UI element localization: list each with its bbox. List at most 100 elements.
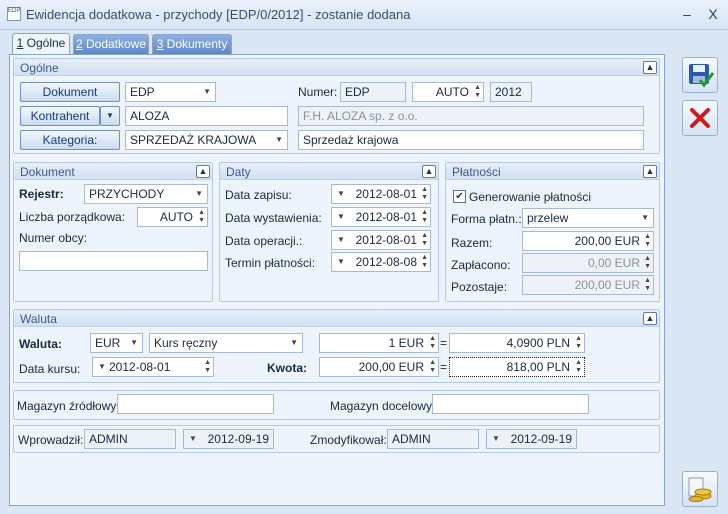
numer-auto-stepper[interactable]: AUTO ▲ ▼ (412, 82, 484, 102)
lp-stepper[interactable]: AUTO ▲ ▼ (137, 207, 208, 227)
minimize-button[interactable]: – (676, 5, 698, 23)
generowanie-checkbox[interactable]: ✔ (453, 190, 466, 203)
waluta-select[interactable]: EUR ▼ (90, 333, 143, 353)
group-header: Ogólne (14, 59, 659, 76)
kwota-left-stepper[interactable]: 200,00 EUR ▲ ▼ (319, 357, 439, 377)
dokument-select[interactable]: EDP ▼ (125, 82, 216, 102)
termin-platnosci-field[interactable]: ▼ 2012-08-08 ▲ ▼ (331, 252, 431, 272)
data-operacji-label: Data operacji.: (225, 234, 303, 248)
calendar-icon[interactable]: ▼ (337, 231, 345, 249)
spin-icon[interactable]: ▲ ▼ (204, 359, 211, 375)
kontrahent-name-field: F.H. ALOZA sp. z o.o. (298, 106, 644, 126)
spin-icon[interactable]: ▲ ▼ (421, 209, 428, 225)
close-icon (690, 108, 710, 128)
kwota-right-stepper[interactable]: 818,00 PLN ▲ ▼ (449, 357, 585, 377)
data-operacji-field[interactable]: ▼ 2012-08-01 ▲ ▼ (331, 230, 431, 250)
collapse-icon[interactable]: ▲ (643, 165, 657, 178)
close-button[interactable]: X (702, 5, 724, 23)
kwota-label: Kwota: (267, 361, 307, 375)
wprowadzil-label: Wprowadził: (18, 433, 84, 447)
magazyn-docelowy-input[interactable] (432, 394, 589, 414)
magazyn-zrodlowy-label: Magazyn źródłowy: (17, 399, 120, 413)
group-header: Daty (220, 163, 438, 180)
collapse-icon[interactable]: ▲ (643, 61, 657, 74)
numer-prefix-field: EDP (340, 82, 406, 102)
zmodyfikowal-user-field: ADMIN (387, 429, 479, 449)
tab-ogolne[interactable]: 1 Ogólne (12, 33, 70, 55)
generowanie-label: Generowanie płatności (469, 190, 592, 204)
calendar-icon[interactable]: ▼ (337, 253, 345, 271)
chevron-down-icon: ▼ (290, 338, 298, 347)
chevron-down-icon: ▼ (203, 87, 211, 96)
spin-icon[interactable]: ▲ ▼ (575, 335, 582, 351)
kontrahent-button[interactable]: Kontrahent (20, 106, 100, 126)
data-zapisu-label: Data zapisu: (225, 188, 292, 202)
rate-right-stepper[interactable]: 4,0900 PLN ▲ ▼ (449, 333, 585, 353)
kategoria-select[interactable]: SPRZEDAŻ KRAJOWA ▼ (125, 130, 288, 150)
magazyn-zrodlowy-input[interactable] (117, 394, 274, 414)
termin-platnosci-label: Termin płatności: (225, 256, 316, 270)
zaplacono-label: Zapłacono: (451, 258, 511, 272)
numer-obcy-label: Numer obcy: (19, 231, 88, 245)
tab-dokumenty[interactable]: 3 Dokumenty (152, 34, 232, 54)
zmodyfikowal-label: Zmodyfikował: (310, 433, 387, 447)
collapse-icon[interactable]: ▲ (196, 165, 210, 178)
chevron-down-icon: ▼ (195, 189, 203, 198)
cancel-button[interactable] (682, 100, 718, 136)
spin-icon[interactable]: ▲ ▼ (198, 209, 205, 225)
kontrahent-dropdown-button[interactable]: ▼ (100, 106, 120, 126)
calendar-icon: ▼ (492, 434, 500, 443)
razem-field[interactable]: 200,00 EUR ▲ ▼ (522, 231, 654, 251)
chevron-down-icon: ▼ (275, 135, 283, 144)
spin-icon[interactable]: ▲ ▼ (644, 233, 651, 249)
save-icon (689, 64, 715, 88)
spin-icon[interactable]: ▲ ▼ (421, 232, 428, 248)
spin-icon: ▲ ▼ (644, 255, 651, 270)
forma-select[interactable]: przelew ▼ (522, 208, 654, 228)
spin-icon[interactable]: ▲ ▼ (474, 84, 481, 100)
dokument-button[interactable]: Dokument (20, 82, 120, 102)
wprowadzil-user-field: ADMIN (84, 429, 176, 449)
chevron-down-icon: ▼ (130, 338, 138, 347)
coins-icon (688, 477, 712, 502)
spin-icon[interactable]: ▲ ▼ (421, 254, 428, 270)
data-zapisu-field[interactable]: ▼ 2012-08-01 ▲ ▼ (331, 184, 431, 204)
data-wystawienia-field[interactable]: ▼ 2012-08-01 ▲ ▼ (331, 207, 431, 227)
zmodyfikowal-date-field: ▼ 2012-09-19 (486, 429, 577, 449)
kontrahent-field[interactable]: ALOZA (125, 106, 288, 126)
calendar-icon[interactable]: ▼ (98, 358, 106, 376)
rejestr-select[interactable]: PRZYCHODY ▼ (84, 184, 208, 204)
rate-left-stepper[interactable]: 1 EUR ▲ ▼ (319, 333, 439, 353)
spin-icon[interactable]: ▲ ▼ (429, 359, 436, 375)
chevron-down-icon: ▼ (641, 213, 649, 222)
kategoria-button[interactable]: Kategoria: (20, 130, 120, 150)
rejestr-label: Rejestr: (19, 187, 64, 201)
tab-dodatkowe[interactable]: 2 Dodatkowe (73, 34, 149, 54)
pozostaje-field: 200,00 EUR ▲ ▼ (522, 275, 654, 295)
kurs-type-select[interactable]: Kurs ręczny ▼ (149, 333, 303, 353)
lp-label: Liczba porządkowa: (19, 210, 126, 224)
calendar-icon[interactable]: ▼ (337, 185, 345, 203)
app-icon: EDP (7, 7, 21, 21)
kategoria-desc-field[interactable]: Sprzedaż krajowa (298, 130, 644, 150)
save-button[interactable] (682, 57, 718, 93)
forma-label: Forma płatn.: (451, 212, 522, 226)
equals-sign: = (440, 336, 448, 350)
data-wystawienia-label: Data wystawienia: (225, 211, 322, 225)
data-kursu-field[interactable]: ▼ 2012-08-01 ▲ ▼ (92, 357, 214, 377)
razem-label: Razem: (451, 236, 493, 250)
spin-icon[interactable]: ▲ ▼ (575, 359, 582, 375)
calendar-icon: ▼ (189, 434, 197, 443)
equals-sign: = (440, 360, 448, 374)
collapse-icon[interactable]: ▲ (643, 312, 657, 325)
magazyn-docelowy-label: Magazyn docelowy: (330, 399, 436, 413)
calendar-icon[interactable]: ▼ (337, 208, 345, 226)
numer-obcy-input[interactable] (19, 251, 208, 271)
group-header: Dokument (14, 163, 212, 180)
numer-label: Numer: (298, 85, 338, 99)
collapse-icon[interactable]: ▲ (422, 165, 436, 178)
spin-icon[interactable]: ▲ ▼ (429, 335, 436, 351)
data-kursu-label: Data kursu: (19, 362, 81, 376)
spin-icon[interactable]: ▲ ▼ (421, 186, 428, 202)
coins-button[interactable] (682, 471, 718, 507)
